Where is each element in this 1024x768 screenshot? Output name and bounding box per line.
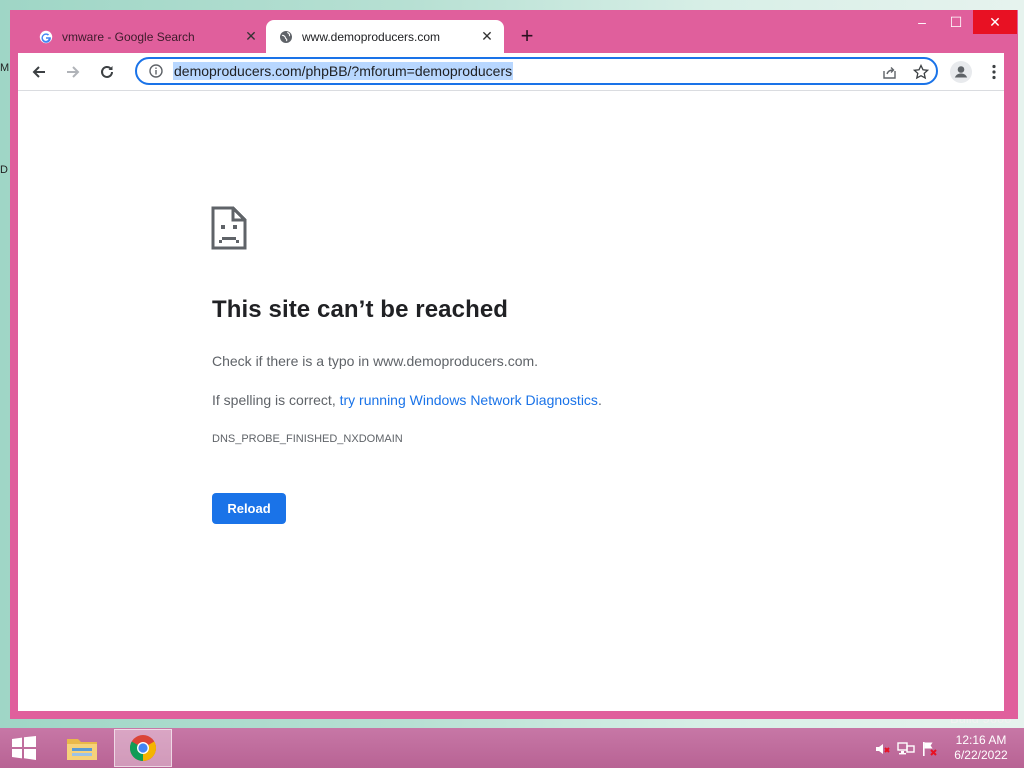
menu-button[interactable] xyxy=(981,59,1007,85)
error-suggestion-diagnostics: If spelling is correct, try running Wind… xyxy=(212,392,602,408)
windows-logo-icon xyxy=(12,736,36,760)
new-tab-button[interactable]: + xyxy=(516,25,538,48)
chrome-icon xyxy=(129,735,157,762)
taskbar: 12:16 AM 6/22/2022 xyxy=(0,728,1024,768)
diagnostics-suffix: . xyxy=(597,392,602,408)
error-page: This site can’t be reached Check if ther… xyxy=(18,91,1004,711)
folder-icon xyxy=(67,739,97,760)
info-icon[interactable] xyxy=(147,62,165,80)
reload-toolbar-button[interactable] xyxy=(94,59,120,85)
close-window-button[interactable]: ✕ xyxy=(973,10,1017,34)
network-diagnostics-link[interactable]: try running Windows Network Diagnostics xyxy=(340,392,598,408)
desktop-icon-label: D xyxy=(0,164,8,176)
back-button[interactable] xyxy=(26,59,52,85)
tab-demoproducers[interactable]: www.demoproducers.com ✕ xyxy=(266,20,504,53)
diagnostics-prefix: If spelling is correct, xyxy=(212,392,340,408)
globe-icon xyxy=(278,29,294,45)
address-bar[interactable]: demoproducers.com/phpBB/?mforum=demoprod… xyxy=(135,57,938,85)
profile-button[interactable] xyxy=(948,59,974,85)
back-arrow-icon xyxy=(32,66,45,78)
tab-title: vmware - Google Search xyxy=(62,29,195,44)
reload-button[interactable]: Reload xyxy=(212,493,286,524)
google-icon xyxy=(38,29,54,45)
minimize-button[interactable]: – xyxy=(905,10,939,34)
network-icon[interactable] xyxy=(897,740,915,758)
volume-muted-icon[interactable] xyxy=(874,740,892,758)
profile-avatar-icon xyxy=(950,61,972,83)
browser-window: vmware - Google Search ✕ www.demoproduce… xyxy=(10,10,1018,719)
tab-title: www.demoproducers.com xyxy=(302,29,441,44)
more-vertical-icon xyxy=(992,64,996,80)
forward-button[interactable] xyxy=(60,59,86,85)
tab-google-search[interactable]: vmware - Google Search ✕ xyxy=(26,20,268,53)
chrome-taskbar-button[interactable] xyxy=(114,729,172,767)
error-suggestion-typo: Check if there is a typo in www.demoprod… xyxy=(212,353,539,369)
clock-date: 6/22/2022 xyxy=(954,748,1008,762)
refresh-icon xyxy=(101,65,113,78)
browser-toolbar: demoproducers.com/phpBB/?mforum=demoprod… xyxy=(18,53,1004,91)
action-center-flag-icon[interactable] xyxy=(921,740,939,758)
maximize-button[interactable]: ☐ xyxy=(939,10,973,34)
error-code: DNS_PROBE_FINISHED_NXDOMAIN xyxy=(212,433,403,445)
forward-arrow-icon xyxy=(67,66,80,78)
system-clock[interactable]: 12:16 AM 6/22/2022 xyxy=(948,733,1014,763)
clock-time: 12:16 AM xyxy=(955,733,1007,747)
tab-strip: vmware - Google Search ✕ www.demoproduce… xyxy=(10,10,1018,53)
share-icon[interactable] xyxy=(879,62,899,82)
start-button[interactable] xyxy=(0,729,48,767)
tab-close-icon[interactable]: ✕ xyxy=(242,28,260,46)
bookmark-star-icon[interactable] xyxy=(911,62,931,82)
error-title: This site can’t be reached xyxy=(212,296,509,323)
desktop-icon-label: M xyxy=(0,62,10,74)
tab-close-icon[interactable]: ✕ xyxy=(478,28,496,46)
url-text[interactable]: demoproducers.com/phpBB/?mforum=demoprod… xyxy=(173,62,514,80)
file-explorer-button[interactable] xyxy=(56,729,108,767)
sad-page-icon xyxy=(211,206,247,255)
